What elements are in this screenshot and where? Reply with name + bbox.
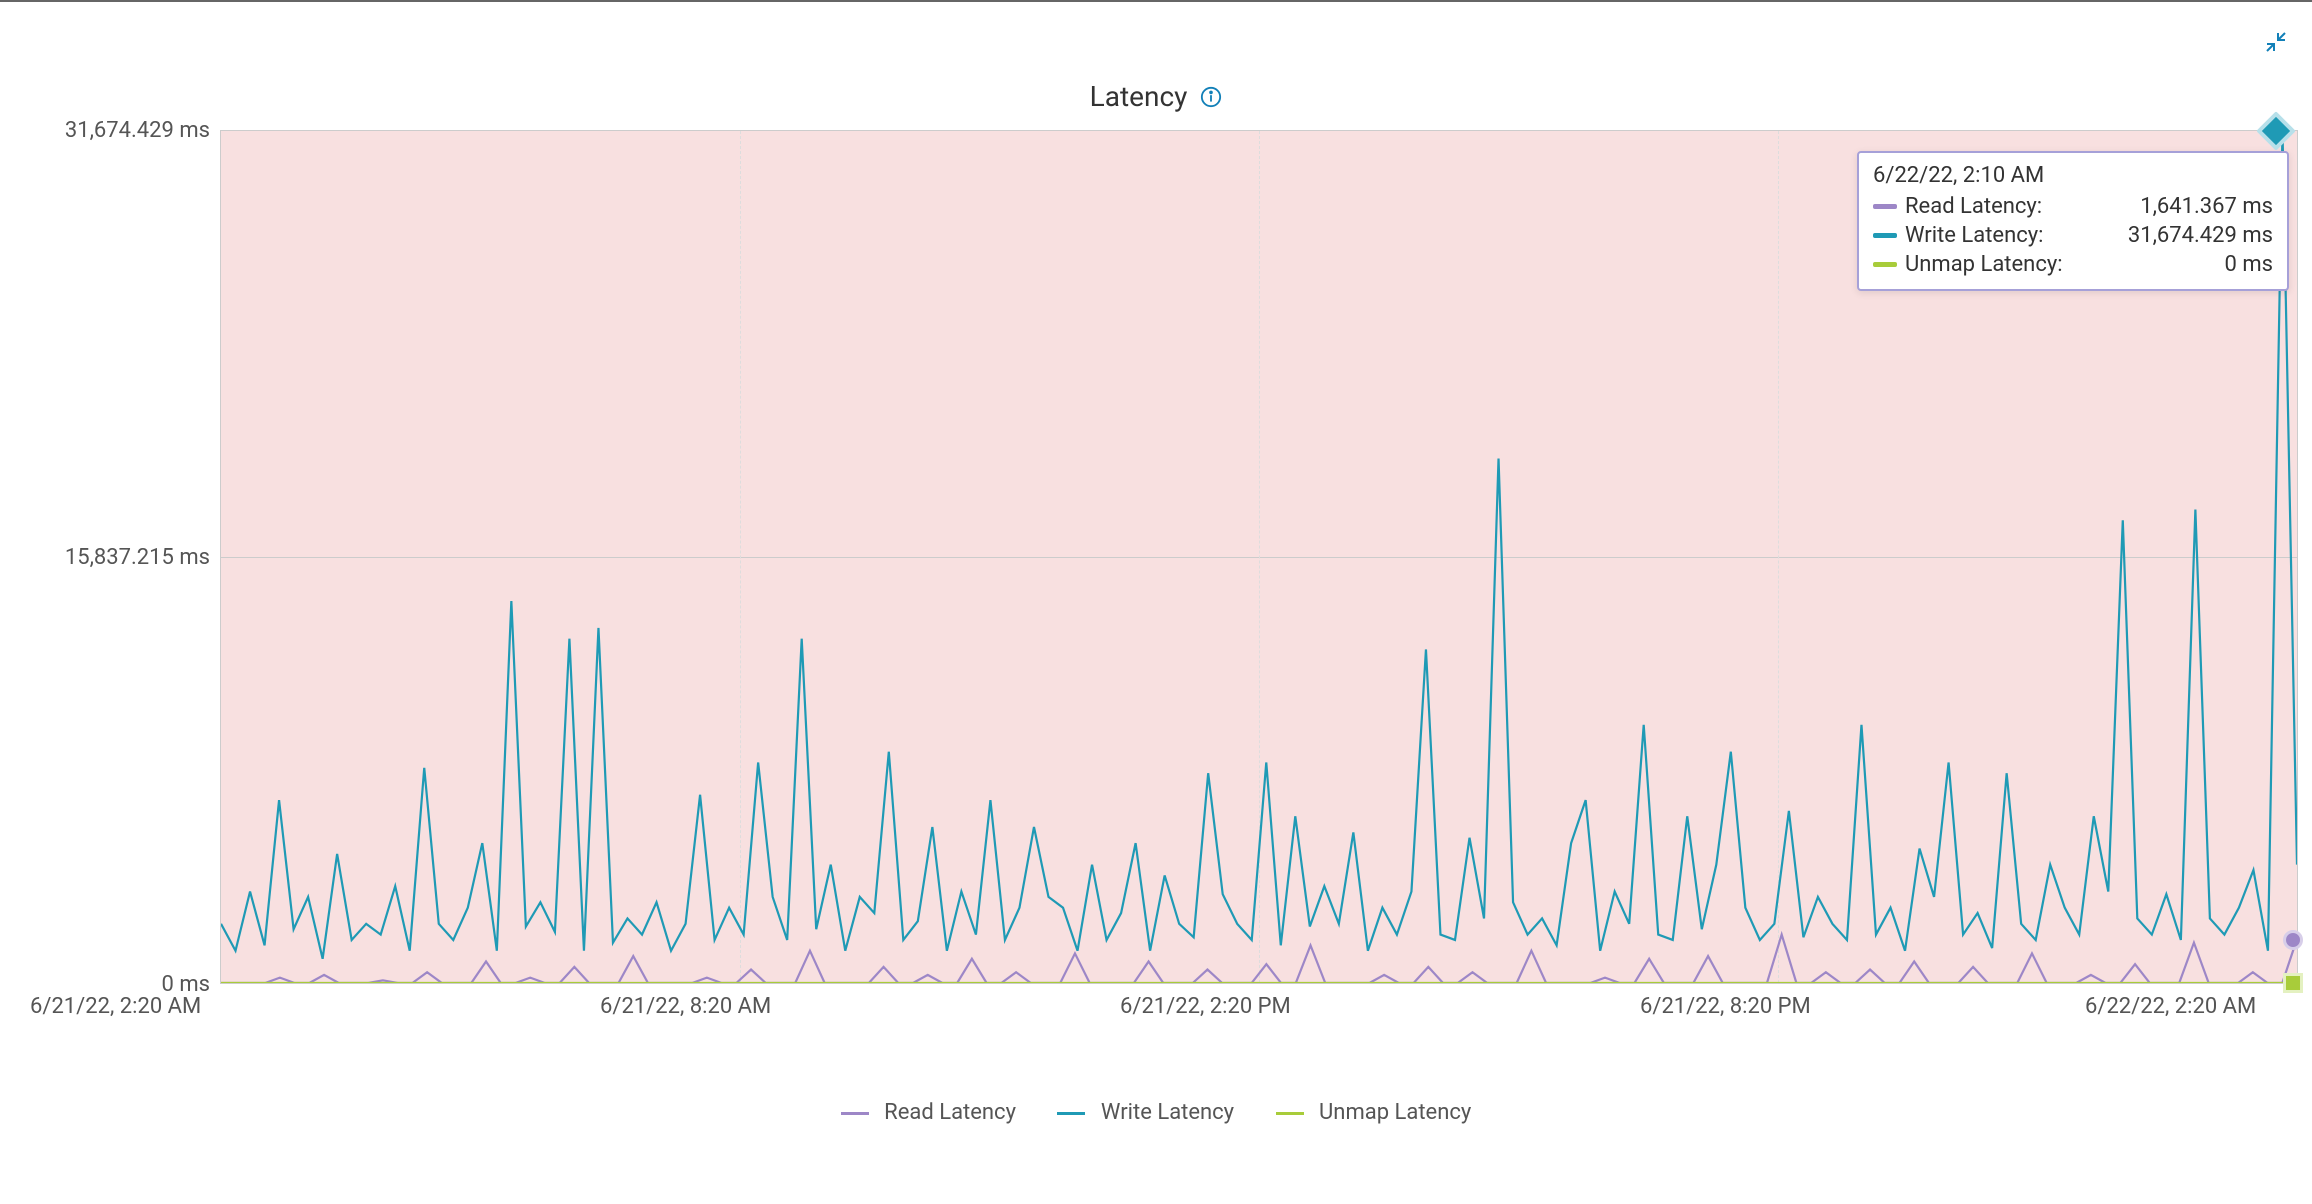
tooltip-timestamp: 6/22/22, 2:10 AM bbox=[1873, 163, 2273, 188]
tooltip-label: Read Latency: bbox=[1905, 194, 2042, 219]
tooltip-row-unmap: Unmap Latency: 0 ms bbox=[1873, 250, 2273, 279]
legend-label: Unmap Latency bbox=[1319, 1100, 1471, 1125]
tooltip-label: Unmap Latency: bbox=[1905, 252, 2063, 277]
y-tick-label: 31,674.429 ms bbox=[10, 118, 210, 143]
legend-swatch bbox=[1276, 1112, 1304, 1115]
chart-legend: Read Latency Write Latency Unmap Latency bbox=[0, 1100, 2312, 1125]
legend-label: Read Latency bbox=[884, 1100, 1016, 1125]
chart-tooltip: 6/22/22, 2:10 AM Read Latency: 1,641.367… bbox=[1857, 151, 2289, 291]
x-tick-label: 6/21/22, 8:20 PM bbox=[1640, 994, 1811, 1019]
tooltip-value: 0 ms bbox=[2225, 252, 2273, 277]
tooltip-label: Write Latency: bbox=[1905, 223, 2044, 248]
tooltip-row-read: Read Latency: 1,641.367 ms bbox=[1873, 192, 2273, 221]
tooltip-swatch-unmap bbox=[1873, 262, 1897, 267]
tooltip-row-write: Write Latency: 31,674.429 ms bbox=[1873, 221, 2273, 250]
legend-swatch bbox=[841, 1112, 869, 1115]
tooltip-value: 1,641.367 ms bbox=[2140, 194, 2273, 219]
marker-unmap bbox=[2283, 973, 2303, 993]
y-tick-label: 15,837.215 ms bbox=[10, 545, 210, 570]
legend-item-write[interactable]: Write Latency bbox=[1057, 1100, 1234, 1125]
legend-item-read[interactable]: Read Latency bbox=[841, 1100, 1016, 1125]
panel-top-border bbox=[0, 0, 2312, 8]
marker-read bbox=[2283, 930, 2303, 950]
legend-item-unmap[interactable]: Unmap Latency bbox=[1276, 1100, 1472, 1125]
tooltip-swatch-write bbox=[1873, 233, 1897, 238]
tooltip-swatch-read bbox=[1873, 204, 1897, 209]
x-tick-label: 6/21/22, 2:20 PM bbox=[1120, 994, 1291, 1019]
x-tick-label: 6/21/22, 8:20 AM bbox=[600, 994, 771, 1019]
chart-area: 31,674.429 ms 15,837.215 ms 0 ms 6/22/22… bbox=[20, 130, 2298, 984]
legend-label: Write Latency bbox=[1101, 1100, 1234, 1125]
legend-swatch bbox=[1057, 1112, 1085, 1115]
chart-title: Latency bbox=[1090, 80, 1188, 113]
x-tick-label: 6/22/22, 2:20 AM bbox=[2085, 994, 2256, 1019]
info-icon[interactable] bbox=[1200, 82, 1222, 115]
tooltip-value: 31,674.429 ms bbox=[2128, 223, 2273, 248]
latency-chart-panel: Latency 31,674.429 ms 15,837.215 ms 0 ms… bbox=[0, 0, 2312, 1204]
chart-plot-area[interactable]: 6/22/22, 2:10 AM Read Latency: 1,641.367… bbox=[220, 130, 2298, 984]
collapse-panel-icon[interactable] bbox=[2264, 30, 2288, 54]
x-tick-label: 6/21/22, 2:20 AM bbox=[30, 994, 201, 1019]
chart-title-row: Latency bbox=[0, 80, 2312, 115]
